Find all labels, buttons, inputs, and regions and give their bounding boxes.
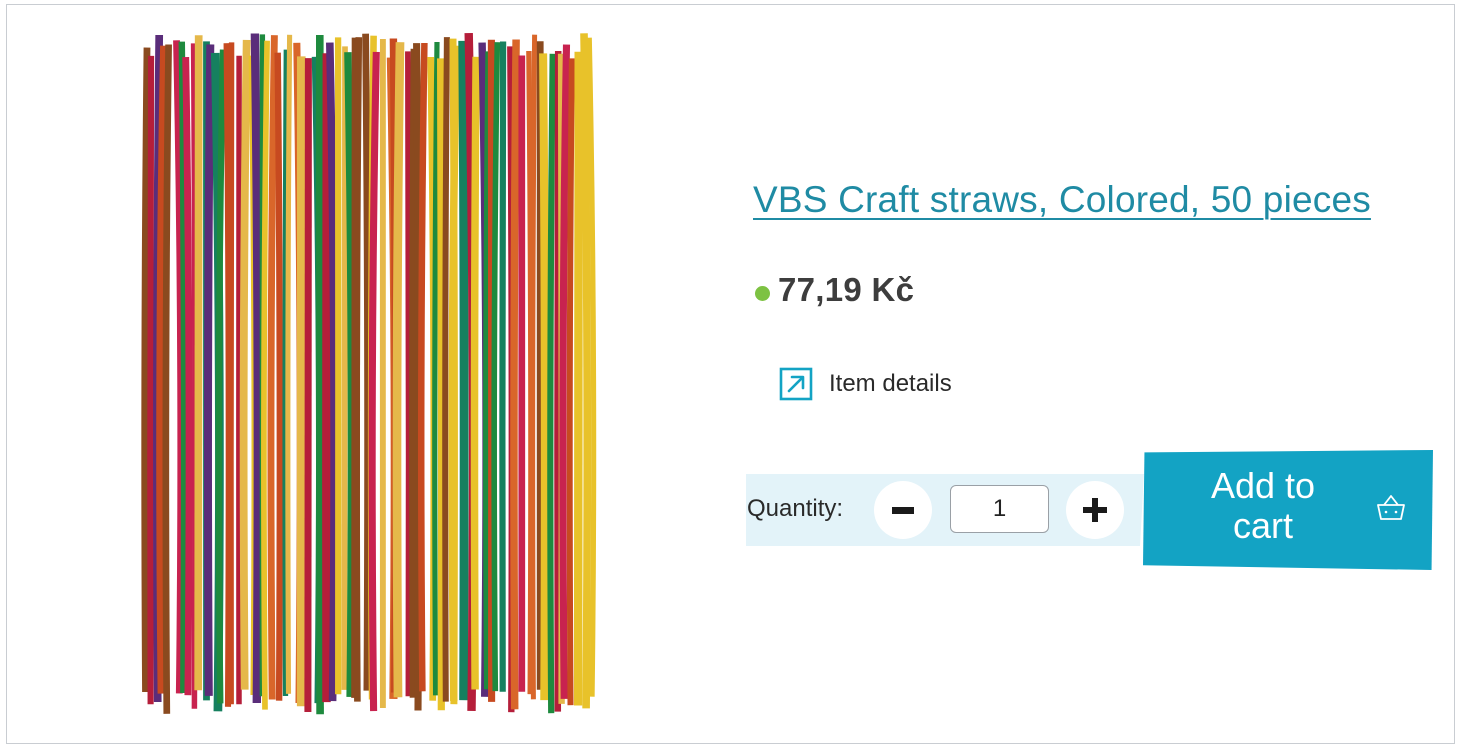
item-details-label: Item details (829, 370, 952, 398)
straw (463, 41, 464, 700)
straw (421, 43, 424, 691)
add-to-cart-button[interactable]: Add to cart (1143, 450, 1433, 570)
straw (563, 45, 567, 699)
product-image[interactable] (135, 29, 615, 719)
plus-icon (1082, 497, 1108, 523)
straw (502, 42, 503, 692)
straw (278, 53, 280, 701)
straw (435, 42, 437, 695)
minus-icon (891, 498, 915, 522)
straw (150, 56, 151, 704)
straw (397, 42, 400, 697)
quantity-decrease-button[interactable] (874, 481, 932, 539)
product-title-link[interactable]: VBS Craft straws, Colored, 50 pieces (753, 179, 1371, 221)
straw (584, 33, 587, 708)
straw (474, 57, 476, 690)
straw (570, 58, 572, 705)
straw (445, 37, 447, 702)
external-link-arrow-icon (779, 367, 813, 401)
straw (145, 48, 147, 692)
straw (578, 52, 579, 706)
straw (330, 43, 334, 702)
straw (344, 46, 345, 690)
straw (494, 42, 497, 691)
straw (372, 52, 376, 711)
straw (288, 35, 290, 694)
straw (198, 35, 199, 690)
add-to-cart-label: Add to cart (1183, 466, 1343, 546)
stock-status-dot (755, 286, 770, 301)
straw (357, 37, 359, 701)
straw (486, 51, 488, 689)
product-card: VBS Craft straws, Colored, 50 pieces 77,… (6, 4, 1455, 744)
straw (543, 53, 545, 700)
quantity-increase-button[interactable] (1066, 481, 1124, 539)
straws-illustration (135, 29, 615, 719)
straw (452, 46, 456, 701)
straw (413, 49, 414, 698)
straw (208, 44, 210, 696)
straw (441, 58, 442, 710)
straw (514, 40, 516, 710)
price-row: 77,19 Kč (755, 271, 914, 309)
straw (408, 51, 409, 696)
basket-icon (1375, 492, 1407, 524)
straw (231, 42, 232, 704)
product-price: 77,19 Kč (778, 271, 914, 309)
straw (550, 54, 552, 713)
straw (227, 43, 229, 707)
straw (186, 57, 189, 695)
quantity-input[interactable] (950, 485, 1049, 533)
straw (264, 41, 267, 710)
straw (166, 45, 169, 714)
straw (271, 35, 274, 699)
straw (348, 52, 352, 697)
item-details-link[interactable]: Item details (779, 367, 952, 401)
straw (308, 58, 309, 712)
straw (533, 35, 535, 700)
quantity-label: Quantity: (747, 495, 843, 523)
straw (244, 40, 247, 690)
straw (366, 34, 368, 691)
straw (255, 34, 258, 704)
